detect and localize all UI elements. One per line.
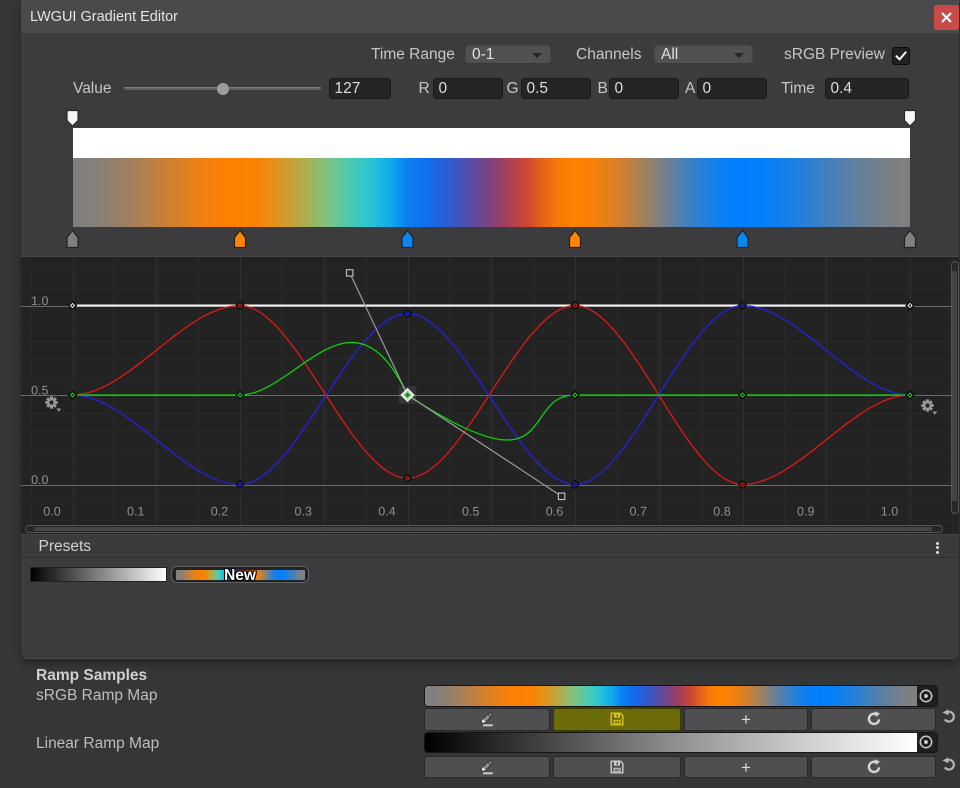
linear-ramp-gradient [425, 733, 917, 753]
value-label: Value [73, 79, 112, 98]
y-tick-label: 1.0 [31, 294, 48, 308]
r-field[interactable]: 0 [433, 78, 503, 100]
channels-value: All [661, 46, 678, 63]
chevron-down-icon [532, 53, 542, 58]
g-field[interactable]: 0.5 [521, 78, 591, 100]
save-button[interactable] [553, 756, 681, 779]
save-icon [610, 760, 624, 774]
x-tick-label: 0.6 [546, 505, 563, 519]
plus-icon: + [685, 709, 807, 730]
close-icon [934, 5, 959, 30]
srgb-ramp-map-label: sRGB Ramp Map [36, 688, 157, 704]
x-tick-label: 0.5 [462, 505, 479, 519]
r-label: R [419, 79, 430, 98]
tangent-line [350, 273, 408, 395]
refresh-icon [865, 711, 882, 728]
channels-label: Channels [576, 45, 642, 64]
presets-title: Presets [39, 535, 92, 557]
time-label: Time [781, 79, 815, 98]
plus-button[interactable]: + [684, 756, 808, 779]
value-field[interactable]: 127 [329, 78, 391, 100]
value-slider-thumb[interactable] [217, 83, 229, 95]
x-tick-label: 0.7 [630, 505, 647, 519]
horizontal-scrollbar[interactable] [25, 525, 943, 533]
color-key-marker[interactable] [67, 231, 78, 248]
checkmark-icon [893, 48, 909, 64]
srgb-preview-checkbox[interactable] [892, 47, 910, 65]
x-tick-label: 0.2 [211, 505, 228, 519]
gradient-editor-window: LWGUI Gradient Editor Time Range 0-1 Cha… [21, 0, 959, 659]
refresh-icon [865, 758, 882, 775]
channels-dropdown[interactable]: All [654, 45, 753, 64]
save-button[interactable] [553, 708, 681, 731]
time-field[interactable]: 0.4 [825, 78, 909, 100]
tangent-line [408, 395, 562, 496]
preset-swatch-grayscale[interactable] [30, 567, 167, 582]
g-label: G [507, 79, 519, 98]
color-key-marker[interactable] [905, 231, 916, 248]
gradient-markers[interactable] [21, 105, 959, 255]
chevron-down-icon [734, 53, 744, 58]
presets-header: Presets [21, 534, 959, 558]
a-field[interactable]: 0 [697, 78, 767, 100]
x-tick-label: 0.3 [295, 505, 312, 519]
color-key-marker[interactable] [737, 231, 748, 248]
alpha-marker[interactable] [905, 111, 916, 127]
refresh-button[interactable] [811, 756, 936, 779]
y-tick-label: 0.5 [31, 384, 48, 398]
object-picker-icon[interactable] [918, 734, 934, 750]
object-picker-icon[interactable] [918, 688, 934, 704]
undo-icon[interactable] [941, 708, 958, 725]
refresh-button[interactable] [811, 708, 936, 731]
x-tick-label: 0.1 [127, 505, 144, 519]
pencil-icon [479, 758, 496, 775]
undo-icon[interactable] [941, 756, 958, 773]
pencil-button[interactable] [424, 708, 550, 731]
color-key-marker[interactable] [235, 231, 246, 248]
vertical-scrollbar[interactable] [951, 261, 959, 514]
alpha-marker[interactable] [67, 111, 78, 127]
save-icon [610, 712, 624, 726]
pencil-icon [479, 711, 496, 728]
curve-editor-canvas[interactable]: 0.0 0.1 0.2 0.3 0.4 0.5 0.6 0.7 0.8 0.9 1.0 0.0 0.5 1… [21, 257, 959, 534]
linear-ramp-map-bar[interactable] [424, 732, 938, 754]
preset-swatch-new[interactable]: New [171, 566, 309, 583]
srgb-ramp-gradient [425, 686, 917, 706]
color-key-marker[interactable] [402, 231, 413, 248]
x-tick-label: 0.0 [43, 505, 60, 519]
curve-editor-panel[interactable]: 0.0 0.1 0.2 0.3 0.4 0.5 0.6 0.7 0.8 0.9 1.0 0.0 0.5 1… [21, 256, 959, 534]
x-tick-label: 1.0 [881, 505, 898, 519]
x-tick-label: 0.9 [797, 505, 814, 519]
plus-button[interactable]: + [684, 708, 808, 731]
y-tick-label: 0.0 [31, 473, 48, 487]
window-title: LWGUI Gradient Editor [30, 0, 178, 33]
preset-new-label: New [172, 567, 308, 585]
x-tick-label: 0.8 [713, 505, 730, 519]
a-label: A [685, 79, 695, 98]
pencil-button[interactable] [424, 756, 550, 779]
b-field[interactable]: 0 [609, 78, 679, 100]
time-range-value: 0-1 [472, 46, 494, 63]
kebab-menu-icon[interactable] [931, 535, 943, 559]
srgb-ramp-map-bar[interactable] [424, 685, 938, 707]
horizontal-scrollbar-thumb[interactable] [34, 527, 932, 532]
time-range-dropdown[interactable]: 0-1 [465, 45, 551, 64]
plus-icon: + [685, 757, 807, 778]
title-bar[interactable]: LWGUI Gradient Editor [21, 0, 959, 33]
close-button[interactable] [934, 5, 959, 30]
srgb-ramp-buttons: + [424, 708, 938, 731]
time-range-label: Time Range [371, 45, 455, 64]
tangent-handle[interactable] [558, 493, 564, 499]
linear-ramp-buttons: + [424, 756, 938, 779]
ramp-samples-title: Ramp Samples [36, 668, 147, 684]
color-key-marker[interactable] [570, 231, 581, 248]
srgb-preview-label: sRGB Preview [784, 45, 885, 64]
x-tick-label: 0.4 [378, 505, 395, 519]
b-label: B [598, 79, 608, 98]
tangent-handle[interactable] [347, 270, 353, 276]
linear-ramp-map-label: Linear Ramp Map [36, 736, 159, 752]
vertical-scrollbar-thumb[interactable] [952, 271, 957, 501]
